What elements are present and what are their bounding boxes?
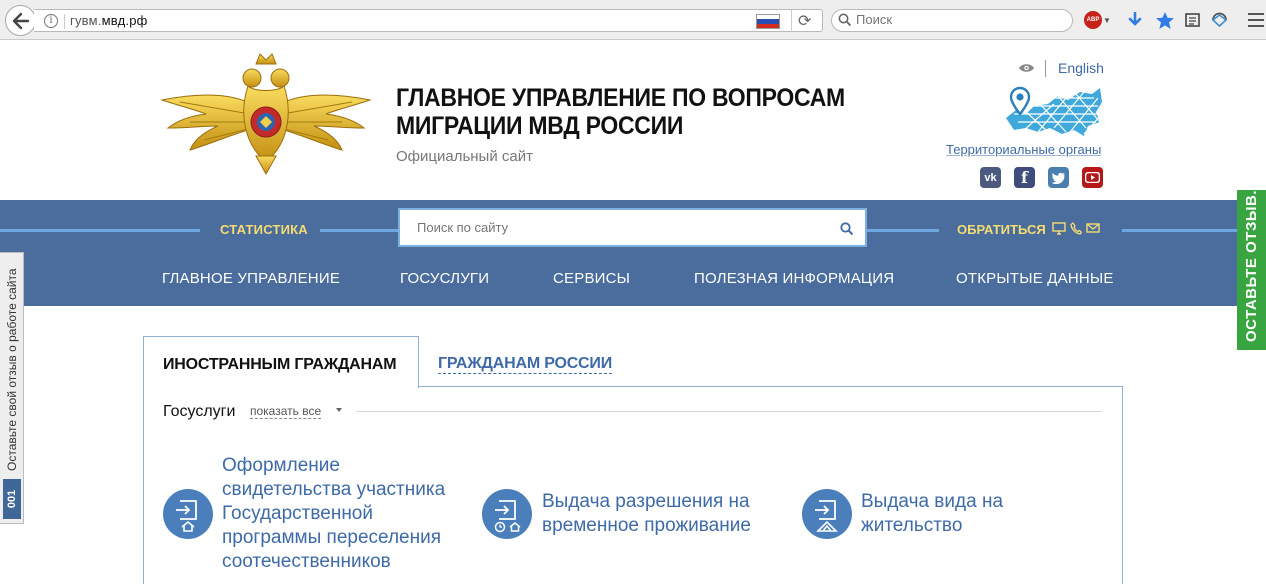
mvd-emblem-logo[interactable]: [160, 50, 372, 176]
browser-toolbar: i гувм.мвд.рф ⟳ ABP ▼: [0, 0, 1266, 40]
contact-link[interactable]: ОБРАТИТЬСЯ: [957, 222, 1046, 237]
show-all-dropdown[interactable]: показать все: [250, 404, 322, 419]
address-bar[interactable]: i гувм.мвд.рф ⟳: [34, 9, 823, 32]
tab-russian-citizens[interactable]: ГРАЖДАНАМ РОССИИ: [438, 355, 612, 374]
facebook-icon[interactable]: f: [1014, 167, 1035, 188]
menu-item-useful-info[interactable]: ПОЛЕЗНАЯ ИНФОРМАЦИЯ: [694, 270, 894, 287]
site-search-input[interactable]: [417, 220, 817, 235]
adblock-icon[interactable]: ABP: [1084, 11, 1102, 29]
english-link[interactable]: English: [1058, 60, 1104, 76]
menu-item-services[interactable]: СЕРВИСЫ: [553, 270, 630, 287]
feedback-side-tab-left[interactable]: Оставьте свой отзыв о работе сайта 001: [0, 252, 24, 524]
tab-foreign-citizens[interactable]: ИНОСТРАННЫМ ГРАЖДАНАМ: [143, 336, 419, 388]
menu-item-main-directorate[interactable]: ГЛАВНОЕ УПРАВЛЕНИЕ: [162, 270, 340, 287]
chevron-down-icon[interactable]: [336, 408, 342, 412]
reload-icon[interactable]: ⟳: [798, 11, 811, 31]
territorial-bodies-link[interactable]: Территориальные органы: [946, 142, 1101, 157]
pocket-icon[interactable]: [1210, 11, 1228, 29]
search-icon[interactable]: [840, 222, 854, 236]
chevron-down-icon[interactable]: ▼: [1103, 11, 1111, 29]
reader-list-icon[interactable]: [1184, 11, 1200, 29]
download-icon[interactable]: [1127, 11, 1143, 29]
back-button[interactable]: [5, 5, 36, 36]
bookmark-star-icon[interactable]: [1155, 11, 1175, 29]
phone-icon[interactable]: [1070, 222, 1082, 235]
service-link-temporary-residence[interactable]: Выдача разрешения на временное проживани…: [542, 490, 751, 538]
site-subtitle: Официальный сайт: [396, 148, 533, 165]
feedback-side-tab-right[interactable]: ОСТАВЬТЕ ОТЗЫВ.: [1237, 190, 1266, 350]
info-icon[interactable]: i: [44, 14, 58, 28]
contact-icons: [1052, 222, 1100, 235]
menu-item-open-data[interactable]: ОТКРЫТЫЕ ДАННЫЕ: [956, 270, 1114, 287]
feedback-badge: 001: [3, 479, 21, 519]
twitter-icon[interactable]: [1048, 167, 1069, 188]
back-arrow-icon: [12, 12, 29, 29]
menu-item-public-services[interactable]: ГОСУСЛУГИ: [400, 270, 489, 287]
temporary-residence-icon[interactable]: [482, 489, 532, 539]
browser-search-bar[interactable]: [831, 9, 1073, 32]
menu-hamburger-icon[interactable]: [1248, 11, 1264, 29]
eye-icon[interactable]: [1018, 62, 1035, 74]
mail-icon[interactable]: [1086, 222, 1100, 234]
vk-icon[interactable]: vk: [980, 167, 1001, 188]
browser-search-input[interactable]: [856, 12, 1056, 27]
youtube-icon[interactable]: [1082, 167, 1103, 188]
service-link-resettlement[interactable]: Оформление свидетельства участника Госуд…: [222, 454, 445, 574]
monitor-icon[interactable]: [1052, 222, 1066, 235]
resettlement-service-icon[interactable]: [163, 489, 213, 539]
russia-flag-icon: [756, 14, 780, 29]
statistics-link[interactable]: СТАТИСТИКА: [220, 222, 308, 237]
url-text[interactable]: гувм.мвд.рф: [70, 13, 148, 28]
russia-map-icon[interactable]: [1004, 84, 1104, 140]
search-icon: [838, 13, 852, 27]
site-title[interactable]: ГЛАВНОЕ УПРАВЛЕНИЕ ПО ВОПРОСАМ МИГРАЦИИ …: [396, 84, 893, 140]
residence-permit-icon[interactable]: [802, 489, 852, 539]
service-link-residence-permit[interactable]: Выдача вида на жительство: [861, 490, 1003, 538]
section-label: Госуслуги: [163, 403, 236, 420]
site-search-box[interactable]: [398, 208, 867, 247]
